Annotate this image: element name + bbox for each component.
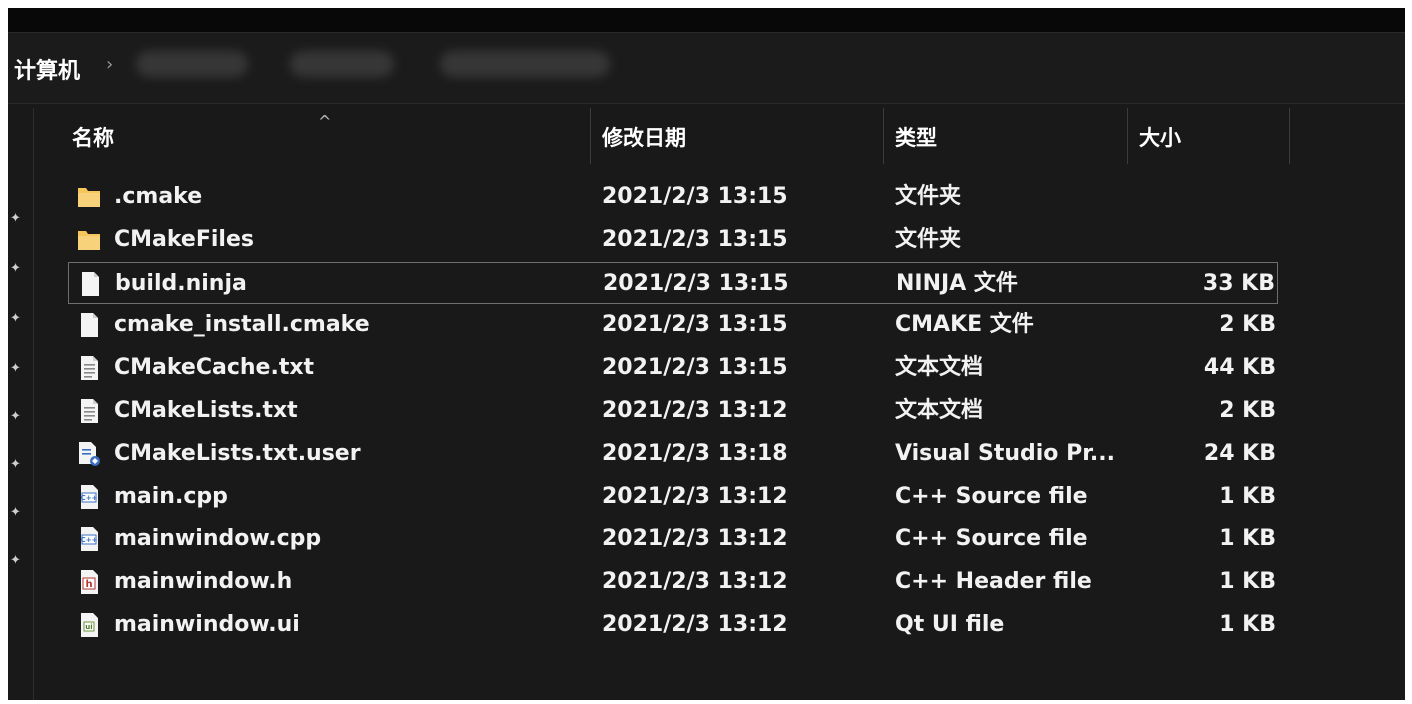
file-size: 1 KB bbox=[1219, 483, 1276, 509]
file-name: cmake_install.cmake bbox=[114, 312, 370, 338]
file-size: 33 KB bbox=[1202, 270, 1275, 296]
file-type: 文件夹 bbox=[895, 226, 962, 252]
file-row[interactable]: mainwindow.ui 2021/2/3 13:12 Qt UI file 1 K… bbox=[68, 604, 1278, 646]
blank-file-icon bbox=[76, 312, 102, 338]
file-row[interactable]: CMakeCache.txt 2021/2/3 13:15 文本文档 44 KB bbox=[68, 347, 1278, 389]
file-type: CMAKE 文件 bbox=[895, 312, 1034, 338]
cpp-file-icon bbox=[76, 484, 102, 510]
file-name: mainwindow.ui bbox=[114, 612, 300, 637]
file-date: 2021/2/3 13:15 bbox=[602, 226, 788, 252]
pin-icon[interactable]: ✦ bbox=[10, 362, 22, 376]
file-type: C++ Source file bbox=[895, 526, 1088, 552]
folder-icon bbox=[76, 227, 102, 253]
header-file-icon bbox=[76, 569, 102, 595]
file-name: build.ninja bbox=[115, 270, 247, 296]
folder-icon bbox=[76, 184, 102, 210]
file-size: 2 KB bbox=[1219, 312, 1276, 338]
pin-icon[interactable]: ✦ bbox=[10, 554, 22, 568]
file-name: CMakeLists.txt bbox=[114, 398, 298, 423]
column-header-type[interactable]: 类型 bbox=[895, 108, 937, 164]
file-date: 2021/2/3 13:18 bbox=[602, 440, 788, 466]
vs-project-file-icon bbox=[76, 441, 102, 467]
file-type: Visual Studio Pr... bbox=[895, 440, 1115, 466]
pin-icon[interactable]: ✦ bbox=[10, 410, 22, 424]
file-date: 2021/2/3 13:15 bbox=[602, 184, 788, 209]
file-explorer-window: 计算机 › ✦ ✦ ✦ ✦ ✦ ✦ ✦ ✦ ^ 名称 修改日期 类型 大小 .c… bbox=[8, 8, 1405, 700]
pin-icon[interactable]: ✦ bbox=[10, 262, 22, 276]
file-type: NINJA 文件 bbox=[896, 270, 1018, 296]
file-size: 1 KB bbox=[1219, 612, 1276, 637]
breadcrumb-computer[interactable]: 计算机 bbox=[14, 53, 80, 85]
file-type: 文本文档 bbox=[895, 355, 984, 381]
cpp-file-icon bbox=[76, 526, 102, 552]
file-date: 2021/2/3 13:12 bbox=[602, 526, 788, 552]
file-type: C++ Header file bbox=[895, 569, 1092, 595]
file-type: 文本文档 bbox=[895, 398, 984, 423]
pin-icon[interactable]: ✦ bbox=[10, 212, 22, 226]
address-bar[interactable]: 计算机 › bbox=[8, 32, 1405, 104]
breadcrumb-chevron-icon[interactable]: › bbox=[106, 54, 113, 75]
file-type: 文件夹 bbox=[895, 184, 962, 209]
file-row[interactable]: main.cpp 2021/2/3 13:12 C++ Source file 1 K… bbox=[68, 476, 1278, 518]
file-row[interactable]: .cmake 2021/2/3 13:15 文件夹 bbox=[68, 176, 1278, 218]
file-name: mainwindow.h bbox=[114, 569, 293, 595]
column-header-size[interactable]: 大小 bbox=[1139, 108, 1181, 164]
file-date: 2021/2/3 13:15 bbox=[603, 270, 789, 296]
file-size: 1 KB bbox=[1219, 569, 1276, 595]
column-divider[interactable] bbox=[883, 108, 884, 164]
breadcrumb-blurred-segment[interactable] bbox=[440, 51, 610, 77]
file-size: 44 KB bbox=[1203, 355, 1276, 381]
pin-icon[interactable]: ✦ bbox=[10, 312, 22, 326]
text-file-icon bbox=[76, 398, 102, 424]
file-name: CMakeLists.txt.user bbox=[114, 440, 361, 466]
file-date: 2021/2/3 13:12 bbox=[602, 569, 788, 595]
sort-ascending-icon: ^ bbox=[318, 112, 332, 131]
file-row[interactable]: mainwindow.h 2021/2/3 13:12 C++ Header fil… bbox=[68, 561, 1278, 603]
file-name: main.cpp bbox=[114, 483, 228, 509]
blank-file-icon bbox=[77, 271, 103, 297]
column-divider[interactable] bbox=[590, 108, 591, 164]
file-row[interactable]: CMakeFiles 2021/2/3 13:15 文件夹 bbox=[68, 219, 1278, 261]
file-size: 1 KB bbox=[1219, 526, 1276, 552]
file-type: Qt UI file bbox=[895, 612, 1005, 637]
file-row[interactable]: mainwindow.cpp 2021/2/3 13:12 C++ Source f… bbox=[68, 518, 1278, 560]
file-date: 2021/2/3 13:15 bbox=[602, 312, 788, 338]
pin-icon[interactable]: ✦ bbox=[10, 458, 22, 472]
column-header-date[interactable]: 修改日期 bbox=[602, 108, 686, 164]
file-row[interactable]: build.ninja 2021/2/3 13:15 NINJA 文件 33 KB bbox=[68, 261, 1278, 304]
column-header: ^ 名称 修改日期 类型 大小 bbox=[42, 108, 1405, 172]
qt-ui-file-icon bbox=[76, 612, 102, 638]
file-date: 2021/2/3 13:12 bbox=[602, 398, 788, 423]
file-name: .cmake bbox=[114, 184, 203, 209]
file-size: 24 KB bbox=[1203, 440, 1276, 466]
file-row[interactable]: cmake_install.cmake 2021/2/3 13:15 CMAKE 文… bbox=[68, 304, 1278, 346]
file-date: 2021/2/3 13:12 bbox=[602, 612, 788, 637]
file-date: 2021/2/3 13:15 bbox=[602, 355, 788, 381]
text-file-icon bbox=[76, 355, 102, 381]
title-strip bbox=[8, 8, 1405, 32]
file-name: CMakeFiles bbox=[114, 226, 254, 252]
file-name: mainwindow.cpp bbox=[114, 526, 322, 552]
column-divider[interactable] bbox=[1289, 108, 1290, 164]
file-size: 2 KB bbox=[1219, 398, 1276, 423]
breadcrumb-blurred-segment[interactable] bbox=[290, 51, 394, 77]
breadcrumb-blurred-segment[interactable] bbox=[136, 51, 248, 77]
file-name: CMakeCache.txt bbox=[114, 355, 315, 381]
navigation-pane[interactable]: ✦ ✦ ✦ ✦ ✦ ✦ ✦ ✦ bbox=[8, 108, 34, 700]
file-type: C++ Source file bbox=[895, 483, 1088, 509]
pin-icon[interactable]: ✦ bbox=[10, 506, 22, 520]
file-row[interactable]: CMakeLists.txt 2021/2/3 13:12 文本文档 2 KB bbox=[68, 390, 1278, 432]
column-header-name[interactable]: 名称 bbox=[72, 108, 114, 164]
file-row[interactable]: CMakeLists.txt.user 2021/2/3 13:18 Visual … bbox=[68, 433, 1278, 475]
file-date: 2021/2/3 13:12 bbox=[602, 483, 788, 509]
column-divider[interactable] bbox=[1127, 108, 1128, 164]
